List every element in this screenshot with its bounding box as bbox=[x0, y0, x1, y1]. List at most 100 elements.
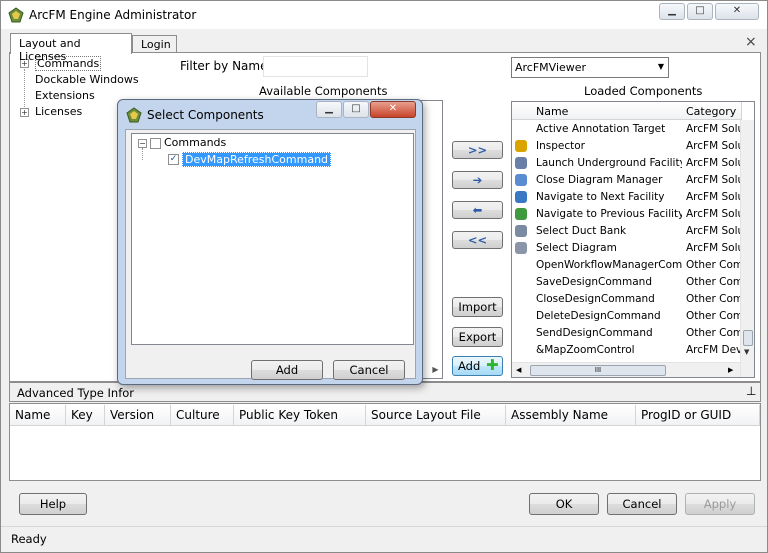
col-version[interactable]: Version bbox=[105, 405, 171, 426]
row-name: &MapZoomControl bbox=[536, 344, 635, 356]
devmaprefresh-checkbox[interactable]: ✓ bbox=[168, 154, 179, 165]
table-row[interactable]: SaveDesignCommand Other Comr bbox=[512, 274, 740, 291]
row-name: DeleteDesignCommand bbox=[536, 310, 661, 322]
row-category: ArcFM Solu bbox=[686, 191, 740, 203]
table-row[interactable]: DeleteDesignCommand Other Comr bbox=[512, 308, 740, 325]
add-selected-button[interactable]: ➔ bbox=[452, 171, 503, 189]
row-name: Close Diagram Manager bbox=[536, 174, 663, 186]
row-category: ArcFM Solu bbox=[686, 242, 740, 254]
advanced-type-info-bar: Advanced Type Infor ⊥ bbox=[9, 382, 761, 402]
pin-icon[interactable]: ⊥ bbox=[746, 384, 756, 398]
scroll-right-icon[interactable]: ▶ bbox=[429, 361, 442, 378]
row-category: Other Comr bbox=[686, 293, 740, 305]
tree-root-commands[interactable]: Commands bbox=[164, 136, 226, 149]
table-row[interactable]: &MapZoomControl ArcFM Deve bbox=[512, 342, 740, 359]
col-assembly-name[interactable]: Assembly Name bbox=[506, 405, 636, 426]
close-tab-icon[interactable]: × bbox=[745, 34, 757, 50]
arcfm-app-icon bbox=[126, 107, 142, 123]
row-category: ArcFM Solu bbox=[686, 174, 740, 186]
remove-selected-button[interactable]: ⬅ bbox=[452, 201, 503, 219]
close-button[interactable]: ✕ bbox=[715, 3, 759, 20]
row-name: Select Diagram bbox=[536, 242, 617, 254]
dialog-maximize-button[interactable]: □ bbox=[343, 101, 369, 118]
dialog-close-button[interactable]: ✕ bbox=[370, 101, 416, 118]
row-name: OpenWorkflowManagerCom... bbox=[536, 259, 682, 271]
cancel-button[interactable]: Cancel bbox=[607, 493, 677, 515]
horizontal-scrollbar[interactable]: III ◀ ▶ bbox=[512, 362, 740, 377]
row-category: ArcFM Solu bbox=[686, 123, 740, 135]
row-category: Other Comr bbox=[686, 310, 740, 322]
table-row[interactable]: Navigate to Previous Facility ArcFM Solu bbox=[512, 206, 740, 223]
arcfm-app-icon bbox=[8, 7, 24, 23]
col-name[interactable]: Name bbox=[10, 405, 66, 426]
tree-item-extensions[interactable]: Extensions bbox=[35, 89, 95, 102]
table-row[interactable]: SendDesignCommand Other Comr bbox=[512, 325, 740, 342]
layout-dropdown-value: ArcFMViewer bbox=[515, 61, 587, 74]
vertical-scrollbar[interactable]: ▼ bbox=[740, 120, 754, 377]
dialog-tree[interactable]: − Commands ✓ DevMapRefreshCommand bbox=[131, 133, 414, 345]
filter-label: Filter by Name: bbox=[180, 59, 272, 73]
tree-item-licenses[interactable]: Licenses bbox=[35, 105, 82, 118]
table-row[interactable]: CloseDesignCommand Other Comr bbox=[512, 291, 740, 308]
scroll-thumb[interactable] bbox=[743, 330, 753, 346]
col-progid-or-guid[interactable]: ProgID or GUID bbox=[636, 405, 760, 426]
inspector-icon bbox=[515, 140, 527, 152]
scroll-down-icon[interactable]: ▼ bbox=[744, 348, 749, 356]
add-button[interactable]: Add ✚ bbox=[452, 356, 503, 376]
import-button[interactable]: Import bbox=[452, 297, 503, 317]
table-row[interactable]: Active Annotation Target ArcFM Solu bbox=[512, 121, 740, 138]
status-text: Ready bbox=[11, 532, 47, 546]
dialog-minimize-button[interactable]: ▁ bbox=[316, 101, 342, 118]
row-category: ArcFM Solu bbox=[686, 140, 740, 152]
col-culture[interactable]: Culture bbox=[171, 405, 234, 426]
tree-item-dockable-windows[interactable]: Dockable Windows bbox=[35, 73, 139, 86]
commands-checkbox[interactable] bbox=[150, 138, 161, 149]
grid-header-name[interactable]: Name bbox=[532, 102, 683, 120]
row-category: Other Comr bbox=[686, 276, 740, 288]
col-key[interactable]: Key bbox=[66, 405, 105, 426]
tree-item-devmaprefreshcommand[interactable]: DevMapRefreshCommand bbox=[182, 152, 332, 167]
maximize-button[interactable]: □ bbox=[687, 3, 713, 20]
table-row[interactable]: Select Diagram ArcFM Solu bbox=[512, 240, 740, 257]
col-public-key-token[interactable]: Public Key Token bbox=[234, 405, 366, 426]
table-row[interactable]: OpenWorkflowManagerCom... Other Comr bbox=[512, 257, 740, 274]
dialog-cancel-button[interactable]: Cancel bbox=[333, 360, 405, 380]
remove-all-button[interactable]: << bbox=[452, 231, 503, 249]
layout-dropdown[interactable]: ArcFMViewer ▼ bbox=[511, 57, 669, 78]
row-category: ArcFM Solu bbox=[686, 157, 740, 169]
tab-login[interactable]: Login bbox=[132, 35, 177, 53]
row-category: ArcFM Solu bbox=[686, 225, 740, 237]
help-button[interactable]: Help bbox=[19, 493, 87, 515]
select-duct-icon bbox=[515, 225, 527, 237]
advanced-type-info-label: Advanced Type Infor bbox=[17, 386, 135, 400]
add-all-button[interactable]: >> bbox=[452, 141, 503, 159]
export-button[interactable]: Export bbox=[452, 327, 503, 347]
tree-connector bbox=[24, 69, 25, 107]
col-source-layout-file[interactable]: Source Layout File bbox=[366, 405, 506, 426]
filter-input[interactable] bbox=[263, 56, 368, 77]
collapse-icon[interactable]: − bbox=[138, 139, 147, 148]
table-row[interactable]: Close Diagram Manager ArcFM Solu bbox=[512, 172, 740, 189]
expand-icon[interactable]: + bbox=[20, 108, 29, 117]
row-name: Launch Underground Facility... bbox=[536, 157, 682, 169]
minimize-button[interactable]: ▁ bbox=[659, 3, 685, 20]
available-components-label: Available Components bbox=[259, 84, 388, 98]
window-title: ArcFM Engine Administrator bbox=[29, 8, 197, 22]
grid-header-spacer bbox=[512, 102, 534, 120]
table-row[interactable]: Inspector ArcFM Solu bbox=[512, 138, 740, 155]
h-scroll-thumb[interactable]: III bbox=[530, 365, 666, 376]
ok-button[interactable]: OK bbox=[529, 493, 599, 515]
table-row[interactable]: Launch Underground Facility... ArcFM Solu bbox=[512, 155, 740, 172]
scroll-right-icon[interactable]: ▶ bbox=[728, 366, 733, 374]
table-row[interactable]: Navigate to Next Facility ArcFM Solu bbox=[512, 189, 740, 206]
row-category: ArcFM Deve bbox=[686, 344, 740, 356]
apply-button[interactable]: Apply bbox=[685, 493, 755, 515]
table-row[interactable]: Select Duct Bank ArcFM Solu bbox=[512, 223, 740, 240]
grid-header-category[interactable]: Category bbox=[682, 102, 742, 120]
row-name: SendDesignCommand bbox=[536, 327, 653, 339]
tab-layout-and-licenses[interactable]: Layout and Licenses bbox=[10, 33, 132, 63]
scroll-left-icon[interactable]: ◀ bbox=[516, 366, 521, 374]
loaded-components-grid[interactable]: Name Category Active Annotation Target Ar… bbox=[511, 101, 755, 378]
dialog-add-button[interactable]: Add bbox=[251, 360, 323, 380]
dialog-body: − Commands ✓ DevMapRefreshCommand Add Ca… bbox=[125, 129, 416, 380]
